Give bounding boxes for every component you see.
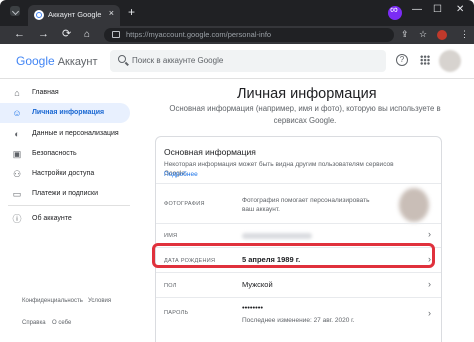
info-icon: ⓘ bbox=[12, 214, 22, 224]
learn-more-link[interactable]: Подробнее bbox=[164, 171, 198, 178]
google-account-logo[interactable]: Google Аккаунт bbox=[16, 54, 98, 68]
footer-terms-link[interactable]: Условия bbox=[88, 298, 111, 304]
sidebar-item-label: Безопасность bbox=[32, 150, 77, 157]
row-label: Фотография bbox=[164, 201, 205, 207]
menu-kebab-icon[interactable]: ⋮ bbox=[460, 29, 469, 40]
person-icon: ☺ bbox=[12, 108, 22, 118]
card-icon: ▭ bbox=[12, 189, 22, 199]
browser-toolbar: ← → ⟳ ⌂ https://myaccount.google.com/per… bbox=[0, 26, 474, 44]
footer-privacy-link[interactable]: Конфиденциальность bbox=[22, 298, 83, 304]
google-favicon-icon bbox=[34, 10, 44, 20]
home-icon[interactable]: ⌂ bbox=[84, 28, 90, 41]
sidebar-item-label: Главная bbox=[32, 89, 59, 96]
row-password[interactable]: Пароль •••••••• Последнее изменение: 27 … bbox=[156, 297, 441, 338]
google-account-page: Google Аккаунт Поиск в аккаунте Google ? … bbox=[0, 44, 474, 342]
toggle-icon: ◐ bbox=[14, 129, 20, 139]
url-text: https://myaccount.google.com/personal-in… bbox=[126, 30, 272, 39]
sidebar-item-security[interactable]: ▣ Безопасность bbox=[0, 144, 130, 164]
chevron-right-icon: › bbox=[428, 229, 431, 239]
sidebar-item-about[interactable]: ⓘ Об аккаунте bbox=[0, 209, 130, 229]
share-icon[interactable]: ⇪ bbox=[401, 29, 409, 40]
forward-button[interactable]: → bbox=[38, 28, 49, 41]
people-icon: ⚇ bbox=[12, 169, 22, 179]
minimize-button[interactable]: — bbox=[412, 4, 422, 15]
card-title: Основная информация bbox=[164, 147, 256, 157]
tab-title: Аккаунт Google bbox=[48, 10, 102, 19]
footer-about-link[interactable]: О себе bbox=[52, 320, 71, 326]
google-wordmark: Google bbox=[16, 54, 55, 68]
sidebar-item-payments[interactable]: ▭ Платежи и подписки bbox=[0, 184, 130, 204]
search-box[interactable]: Поиск в аккаунте Google bbox=[110, 50, 386, 72]
sidebar-item-home[interactable]: ⌂ Главная bbox=[0, 83, 130, 103]
sidebar-item-label: Об аккаунте bbox=[32, 215, 72, 222]
lock-icon: ▣ bbox=[12, 149, 22, 159]
password-mask: •••••••• bbox=[242, 303, 264, 312]
chevron-right-icon: › bbox=[428, 308, 431, 318]
basic-info-card: Основная информация Некоторая информация… bbox=[155, 136, 442, 342]
account-wordmark: Аккаунт bbox=[57, 56, 98, 68]
page-title: Личная информация bbox=[237, 86, 377, 102]
address-bar[interactable]: https://myaccount.google.com/personal-in… bbox=[104, 28, 394, 42]
birthday-highlight-box bbox=[152, 243, 435, 268]
close-window-button[interactable]: ✕ bbox=[456, 4, 464, 15]
footer-help-link[interactable]: Справка bbox=[22, 320, 46, 326]
chevron-right-icon: › bbox=[428, 279, 431, 289]
sidebar-item-sharing[interactable]: ⚇ Настройки доступа bbox=[0, 164, 130, 184]
sidebar-item-label: Платежи и подписки bbox=[32, 190, 98, 197]
tab-bar: Аккаунт Google × + — ☐ ✕ bbox=[0, 0, 474, 26]
password-last-changed: Последнее изменение: 27 авг. 2020 г. bbox=[242, 317, 355, 324]
browser-window: Аккаунт Google × + — ☐ ✕ ← → ⟳ ⌂ https:/… bbox=[0, 0, 474, 342]
apps-grid-icon[interactable] bbox=[420, 55, 430, 65]
bookmark-star-icon[interactable]: ☆ bbox=[419, 29, 427, 40]
sidebar-item-data-personalization[interactable]: ◐ Данные и персонализация bbox=[0, 124, 130, 144]
page-description: Основная информация (например, имя и фот… bbox=[169, 104, 441, 125]
tab-search-icon[interactable] bbox=[10, 6, 20, 16]
sidebar: ⌂ Главная ☺ Личная информация ◐ Данные и… bbox=[0, 79, 138, 342]
tab-close-icon[interactable]: × bbox=[109, 8, 114, 18]
row-photo[interactable]: Фотография Фотография помогает персонали… bbox=[156, 183, 441, 224]
lock-icon bbox=[112, 31, 120, 38]
sidebar-item-label: Личная информация bbox=[32, 109, 105, 116]
maximize-button[interactable]: ☐ bbox=[433, 4, 442, 15]
row-value: Мужской bbox=[242, 280, 273, 289]
new-tab-button[interactable]: + bbox=[128, 6, 135, 18]
row-label: Пароль bbox=[164, 310, 189, 316]
profile-photo[interactable] bbox=[399, 188, 429, 222]
page-header: Google Аккаунт Поиск в аккаунте Google ? bbox=[0, 44, 474, 79]
browser-tab[interactable]: Аккаунт Google × bbox=[28, 5, 120, 26]
sidebar-item-personal-info[interactable]: ☺ Личная информация bbox=[0, 103, 130, 123]
back-button[interactable]: ← bbox=[14, 28, 25, 41]
row-gender[interactable]: Пол Мужской › bbox=[156, 272, 441, 298]
sidebar-item-label: Настройки доступа bbox=[32, 170, 95, 177]
search-placeholder: Поиск в аккаунте Google bbox=[132, 56, 224, 65]
home-icon: ⌂ bbox=[14, 88, 20, 98]
help-icon[interactable]: ? bbox=[396, 54, 408, 66]
reload-button[interactable]: ⟳ bbox=[62, 28, 71, 41]
name-redacted bbox=[242, 233, 312, 239]
card-description: Некоторая информация может быть видна др… bbox=[164, 161, 394, 177]
sidebar-item-label: Данные и персонализация bbox=[32, 130, 119, 137]
extension-icon[interactable] bbox=[388, 4, 402, 20]
search-icon bbox=[118, 55, 126, 63]
avatar[interactable] bbox=[439, 50, 461, 72]
row-value: Фотография помогает персонализировать ва… bbox=[242, 197, 370, 213]
profile-avatar[interactable] bbox=[437, 30, 447, 40]
row-label: Пол bbox=[164, 283, 177, 289]
row-label: Имя bbox=[164, 233, 178, 239]
sidebar-divider bbox=[8, 205, 130, 206]
